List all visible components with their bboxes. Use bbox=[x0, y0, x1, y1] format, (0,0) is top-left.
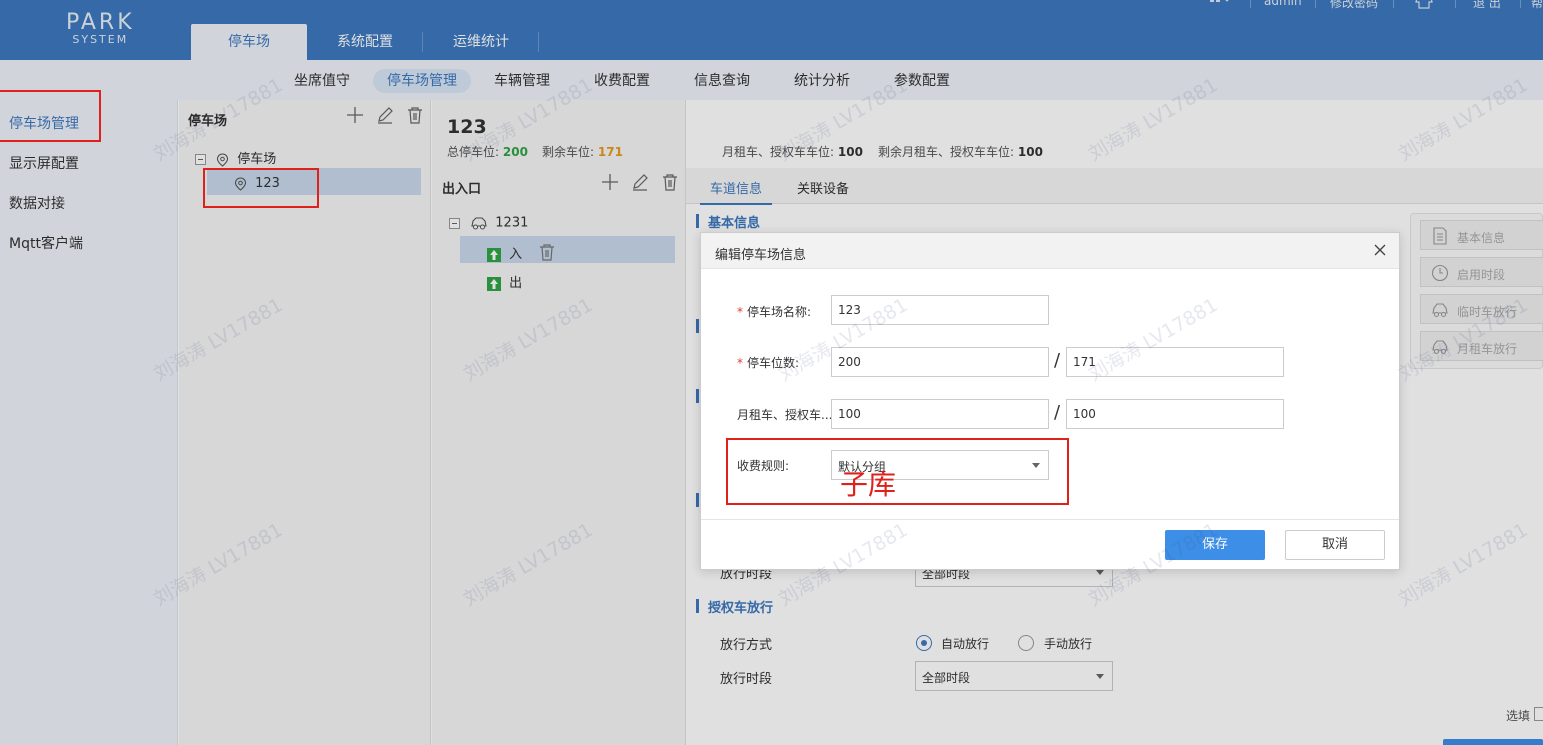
label-text: 停车位数: bbox=[747, 356, 800, 370]
annotation-box-sidebar bbox=[0, 90, 101, 142]
edit-lot-dialog: 编辑停车场信息 * 停车场名称: 123 * 停车位数: 200 / 171 月租车… bbox=[700, 232, 1400, 570]
save-button[interactable]: 保存 bbox=[1165, 530, 1265, 560]
label-text: 停车场名称: bbox=[747, 305, 812, 319]
separator-slash: / bbox=[1054, 350, 1061, 371]
dialog-footer-divider bbox=[701, 519, 1399, 520]
total-spaces-input[interactable]: 200 bbox=[831, 347, 1049, 377]
monthly-remaining-input[interactable]: 100 bbox=[1066, 399, 1284, 429]
required-mark: * bbox=[737, 356, 743, 370]
monthly-spaces-label: 月租车、授权车... bbox=[737, 408, 833, 422]
monthly-total-input[interactable]: 100 bbox=[831, 399, 1049, 429]
close-icon[interactable] bbox=[1371, 241, 1389, 259]
annotation-box-tree-node bbox=[203, 168, 319, 208]
annotation-box-fee-rule bbox=[726, 438, 1069, 505]
remaining-spaces-input[interactable]: 171 bbox=[1066, 347, 1284, 377]
dialog-title: 编辑停车场信息 bbox=[715, 248, 807, 263]
cancel-button[interactable]: 取消 bbox=[1285, 530, 1385, 560]
separator-slash: / bbox=[1054, 402, 1061, 423]
annotation-note: 子库 bbox=[840, 468, 897, 501]
lot-name-input[interactable]: 123 bbox=[831, 295, 1049, 325]
lot-name-label: * 停车场名称: bbox=[737, 303, 811, 320]
required-mark: * bbox=[737, 305, 743, 319]
dialog-header: 编辑停车场信息 bbox=[701, 233, 1399, 269]
spaces-label: * 停车位数: bbox=[737, 354, 799, 371]
